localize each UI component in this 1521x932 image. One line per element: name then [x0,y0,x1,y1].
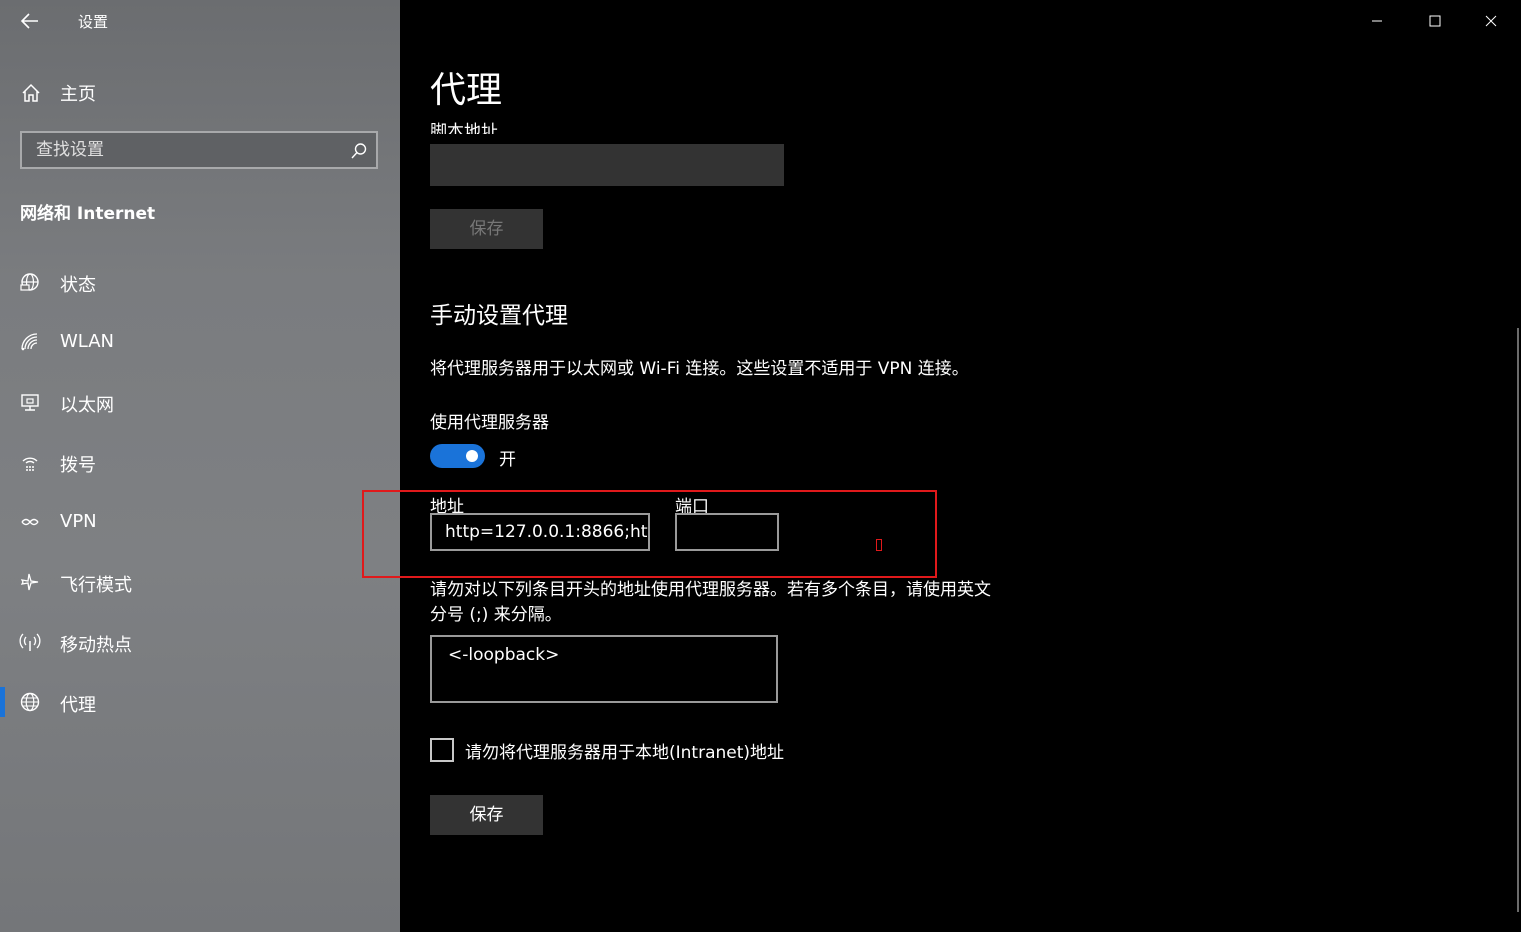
sidebar-item-label: 以太网 [60,395,114,416]
manual-proxy-description: 将代理服务器用于以太网或 Wi-Fi 连接。这些设置不适用于 VPN 连接。 [430,359,969,379]
sidebar-item-hotspot[interactable]: 移动热点 [0,622,400,662]
sidebar-section-title: 网络和 Internet [20,204,156,224]
proxy-address-input[interactable] [430,513,650,551]
active-indicator [0,687,5,717]
save-button[interactable]: 保存 [430,795,543,835]
minimize-icon [1372,20,1382,22]
airplane-icon [20,573,39,591]
script-address-label: 脚本地址 [430,122,498,134]
globe-icon [20,692,40,712]
sidebar-home-label: 主页 [60,84,96,105]
sidebar-item-proxy[interactable]: 代理 [0,682,400,722]
search-icon[interactable] [350,142,368,160]
vpn-icon [21,518,39,526]
bypass-list-textarea[interactable]: <-loopback> [430,635,778,703]
manual-proxy-heading: 手动设置代理 [430,303,568,329]
local-address-checkbox-label[interactable]: 请勿将代理服务器用于本地(Intranet)地址 [465,738,784,763]
sidebar-item-label: 飞行模式 [60,575,132,596]
search-box [20,131,378,169]
maximize-button[interactable] [1422,8,1448,34]
toggle-knob [466,450,478,462]
sidebar-item-label: 移动热点 [60,635,132,656]
close-icon [1485,15,1497,27]
app-title: 设置 [78,13,109,31]
wifi-icon [21,333,38,351]
sidebar-item-ethernet[interactable]: 以太网 [0,382,400,422]
back-arrow-icon [20,13,38,29]
sidebar-item-dialup[interactable]: 拨号 [0,442,400,482]
script-address-label-clipped: 脚本地址 [430,112,630,134]
local-address-checkbox[interactable] [430,738,454,762]
close-button[interactable] [1478,8,1504,34]
dialup-icon [22,457,38,471]
bypass-description: 请勿对以下列条目开头的地址使用代理服务器。若有多个条目，请使用英文分号 (;) … [430,580,991,625]
scrollbar[interactable] [1517,328,1519,912]
search-input[interactable] [22,133,346,167]
sidebar-item-label: 拨号 [60,455,96,476]
proxy-port-input[interactable] [675,513,779,551]
home-icon [22,83,40,102]
sidebar-item-label: 状态 [60,275,96,296]
sidebar-item-airplane[interactable]: 飞行模式 [0,562,400,602]
sidebar-home[interactable]: 主页 [20,80,96,106]
sidebar-item-vpn[interactable]: VPN [0,502,400,542]
script-save-button[interactable]: 保存 [430,209,543,249]
hotspot-icon [19,633,41,651]
back-button[interactable] [18,10,42,32]
use-proxy-state: 开 [499,450,516,470]
sidebar-item-label: 代理 [60,695,96,716]
main-panel: 脚本地址 代理 保存 手动设置代理 将代理服务器用于以太网或 Wi-Fi 连接。… [400,0,1521,932]
maximize-icon [1429,15,1441,27]
script-address-input[interactable] [430,144,784,186]
globe-status-icon [20,273,39,291]
use-proxy-toggle[interactable] [430,444,485,468]
sidebar-item-label: VPN [60,511,97,532]
ethernet-icon [21,394,39,411]
page-title: 代理 [430,70,503,111]
sidebar-item-wlan[interactable]: WLAN [0,322,400,362]
sidebar-item-status[interactable]: 状态 [0,262,400,302]
use-proxy-label: 使用代理服务器 [430,413,549,433]
minimize-button[interactable] [1364,8,1390,34]
sidebar: 设置 主页 网络和 Internet 状态 WLAN [0,0,400,932]
sidebar-item-label: WLAN [60,331,115,352]
